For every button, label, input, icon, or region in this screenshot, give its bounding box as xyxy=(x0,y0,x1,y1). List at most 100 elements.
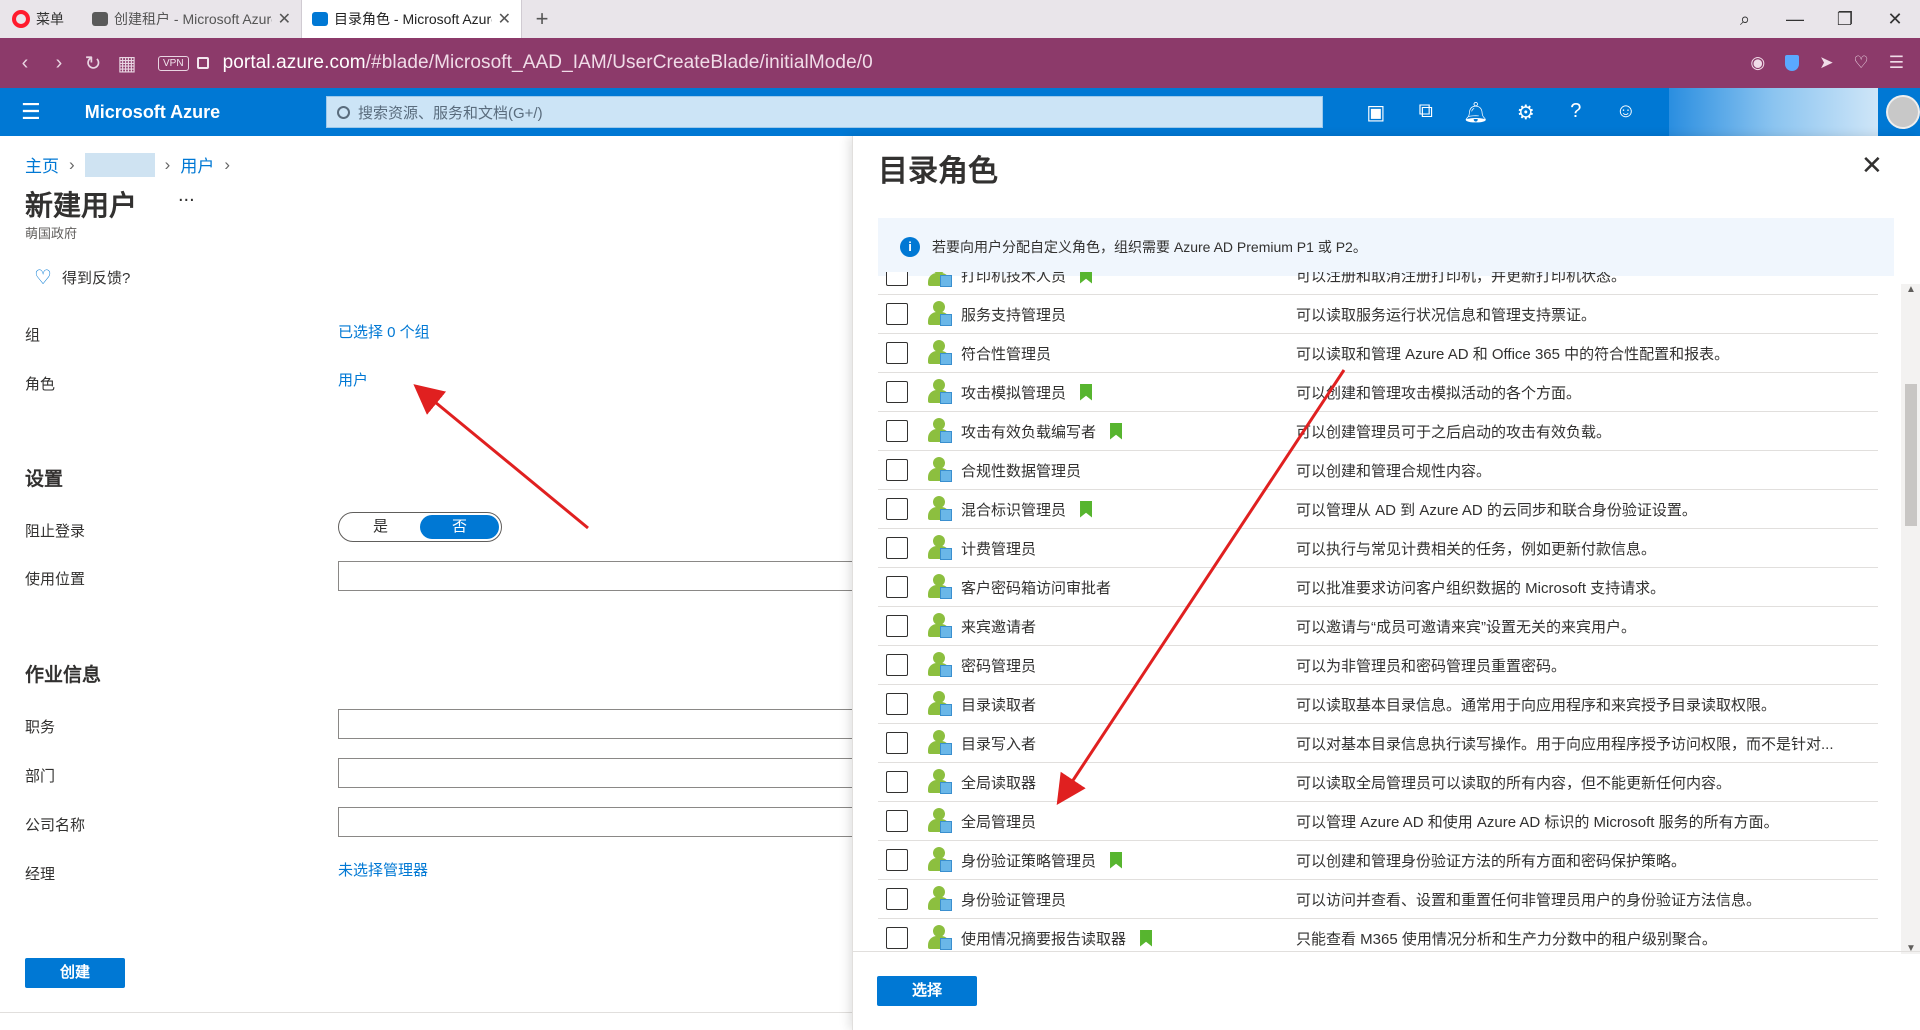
manager-selection-link[interactable]: 未选择管理器 xyxy=(338,859,428,880)
shield-icon[interactable] xyxy=(1785,55,1800,71)
feedback-smiley-icon[interactable]: ☺ xyxy=(1601,100,1651,125)
role-row[interactable]: 计费管理员 可以执行与常见计费相关的任务，例如更新付款信息。 xyxy=(878,529,1878,568)
role-row[interactable]: 客户密码箱访问审批者 可以批准要求访问客户组织数据的 Microsoft 支持请求… xyxy=(878,568,1878,607)
scroll-up-icon[interactable]: ▲ xyxy=(1901,284,1920,295)
send-icon[interactable]: ➤ xyxy=(1819,53,1833,73)
role-row[interactable]: 打印机技术人员 可以注册和取消注册打印机，并更新打印机状态。 xyxy=(878,272,1878,295)
window-close-icon[interactable]: ✕ xyxy=(1870,9,1920,30)
role-row[interactable]: 服务支持管理员 可以读取服务运行状况信息和管理支持票证。 xyxy=(878,295,1878,334)
browser-menu-button[interactable]: 菜单 xyxy=(0,0,82,38)
job-title-field[interactable] xyxy=(338,709,858,739)
notifications-icon[interactable]: 🔔︎ xyxy=(1451,100,1501,125)
company-name-label: 公司名称 xyxy=(25,817,86,834)
account-info-redacted[interactable] xyxy=(1668,88,1879,136)
toggle-option-yes[interactable]: 是 xyxy=(341,515,420,539)
settings-gear-icon[interactable]: ⚙ xyxy=(1501,100,1551,125)
groups-label: 组 xyxy=(25,327,41,344)
role-row[interactable]: 攻击模拟管理员 可以创建和管理攻击模拟活动的各个方面。 xyxy=(878,373,1878,412)
role-row[interactable]: 混合标识管理员 可以管理从 AD 到 Azure AD 的云同步和联合身份验证设置… xyxy=(878,490,1878,529)
role-row[interactable]: 目录读取者 可以读取基本目录信息。通常用于向应用程序和来宾授予目录读取权限。 xyxy=(878,685,1878,724)
block-signin-toggle[interactable]: 是 否 xyxy=(338,512,502,542)
vpn-badge[interactable]: VPN xyxy=(158,55,189,71)
role-checkbox[interactable] xyxy=(886,272,908,286)
more-options-button[interactable]: ... xyxy=(178,184,195,207)
role-checkbox[interactable] xyxy=(886,459,908,481)
tab-close-icon[interactable]: ✕ xyxy=(498,9,511,29)
role-row[interactable]: 身份验证策略管理员 可以创建和管理身份验证方法的所有方面和密码保护策略。 xyxy=(878,841,1878,880)
role-checkbox[interactable] xyxy=(886,303,908,325)
breadcrumb-tenant-redacted[interactable] xyxy=(84,152,155,177)
speed-dial-icon[interactable]: ▦ xyxy=(110,51,144,76)
role-row[interactable]: 全局管理员 可以管理 Azure AD 和使用 Azure AD 标识的 Micr… xyxy=(878,802,1878,841)
role-row[interactable]: 来宾邀请者 可以邀请与“成员可邀请来宾”设置无关的来宾用户。 xyxy=(878,607,1878,646)
role-row[interactable]: 身份验证管理员 可以访问并查看、设置和重置任何非管理员用户的身份验证方法信息。 xyxy=(878,880,1878,919)
reload-icon[interactable]: ↻ xyxy=(76,51,110,76)
role-name-cell: 目录读取者 xyxy=(961,694,1296,715)
browser-tab-directory-roles[interactable]: 目录角色 - Microsoft Azure ✕ xyxy=(302,0,522,38)
url-field[interactable]: portal.azure.com/#blade/Microsoft_AAD_IA… xyxy=(223,52,873,74)
feedback-link[interactable]: ♡ 得到反馈? xyxy=(34,265,130,290)
role-checkbox[interactable] xyxy=(886,927,908,949)
role-row[interactable]: 目录写入者 可以对基本目录信息执行读写操作。用于向应用程序授予访问权限，而不是针对… xyxy=(878,724,1878,763)
role-checkbox[interactable] xyxy=(886,654,908,676)
role-name-cell: 攻击模拟管理员 xyxy=(961,382,1296,403)
role-row[interactable]: 合规性数据管理员 可以创建和管理合规性内容。 xyxy=(878,451,1878,490)
roles-selection-link[interactable]: 用户 xyxy=(338,369,368,390)
azure-brand[interactable]: Microsoft Azure xyxy=(62,102,326,123)
toggle-option-no[interactable]: 否 xyxy=(420,515,499,539)
restore-icon[interactable]: ❐ xyxy=(1820,9,1870,30)
directory-role-icon xyxy=(926,496,952,522)
browser-tab-create-tenant[interactable]: 创建租户 - Microsoft Azure ✕ xyxy=(82,0,302,38)
scrollbar-thumb[interactable] xyxy=(1905,384,1917,526)
role-checkbox[interactable] xyxy=(886,693,908,715)
lock-icon[interactable] xyxy=(196,57,209,69)
role-checkbox[interactable] xyxy=(886,615,908,637)
easy-setup-icon[interactable]: ☰ xyxy=(1889,53,1904,73)
company-name-field[interactable] xyxy=(338,807,858,837)
cloud-shell-icon[interactable]: ▣ xyxy=(1351,100,1401,125)
browser-search-icon[interactable]: ⌕ xyxy=(1720,9,1770,30)
tab-close-icon[interactable]: ✕ xyxy=(278,9,291,29)
role-checkbox[interactable] xyxy=(886,381,908,403)
role-row[interactable]: 攻击有效负载编写者 可以创建管理员可于之后启动的攻击有效负载。 xyxy=(878,412,1878,451)
role-checkbox[interactable] xyxy=(886,849,908,871)
new-tab-button[interactable]: + xyxy=(522,0,562,38)
heart-bookmark-icon[interactable]: ♡ xyxy=(1854,53,1869,73)
role-name: 目录写入者 xyxy=(961,735,1037,753)
role-checkbox[interactable] xyxy=(886,888,908,910)
role-row[interactable]: 符合性管理员 可以读取和管理 Azure AD 和 Office 365 中的符合… xyxy=(878,334,1878,373)
role-name: 身份验证策略管理员 xyxy=(961,852,1097,870)
minimize-icon[interactable]: — xyxy=(1770,9,1820,30)
role-row[interactable]: 密码管理员 可以为非管理员和密码管理员重置密码。 xyxy=(878,646,1878,685)
role-checkbox[interactable] xyxy=(886,420,908,442)
avatar[interactable] xyxy=(1886,95,1920,129)
forward-icon[interactable]: › xyxy=(42,52,76,75)
back-icon[interactable]: ‹ xyxy=(8,52,42,75)
breadcrumb-users[interactable]: 用户 xyxy=(180,152,214,177)
role-list-scrollbar[interactable]: ▲ ▼ xyxy=(1901,284,1920,954)
scroll-down-icon[interactable]: ▼ xyxy=(1901,943,1920,954)
preview-bookmark-icon xyxy=(1080,272,1093,284)
groups-selection-link[interactable]: 已选择 0 个组 xyxy=(338,321,430,342)
breadcrumb-home[interactable]: 主页 xyxy=(25,152,59,177)
search-icon xyxy=(337,105,350,119)
role-checkbox[interactable] xyxy=(886,342,908,364)
role-checkbox[interactable] xyxy=(886,498,908,520)
select-button[interactable]: 选择 xyxy=(877,976,977,1006)
role-row[interactable]: 全局读取器 可以读取全局管理员可以读取的所有内容，但不能更新任何内容。 xyxy=(878,763,1878,802)
close-icon[interactable]: ✕ xyxy=(1861,150,1883,181)
department-field[interactable] xyxy=(338,758,858,788)
usage-location-dropdown[interactable] xyxy=(338,561,858,591)
role-checkbox[interactable] xyxy=(886,771,908,793)
camera-icon[interactable]: ◉ xyxy=(1750,53,1765,73)
role-checkbox[interactable] xyxy=(886,810,908,832)
role-checkbox[interactable] xyxy=(886,537,908,559)
portal-menu-icon[interactable]: ☰ xyxy=(0,99,62,125)
directory-filter-icon[interactable]: ⧉ xyxy=(1401,100,1451,125)
global-search-input[interactable]: 搜索资源、服务和文档(G+/) xyxy=(326,96,1323,128)
create-button[interactable]: 创建 xyxy=(25,958,125,988)
role-checkbox[interactable] xyxy=(886,732,908,754)
role-description: 可以注册和取消注册打印机，并更新打印机状态。 xyxy=(1296,272,1627,285)
role-checkbox[interactable] xyxy=(886,576,908,598)
help-icon[interactable]: ? xyxy=(1551,100,1601,125)
